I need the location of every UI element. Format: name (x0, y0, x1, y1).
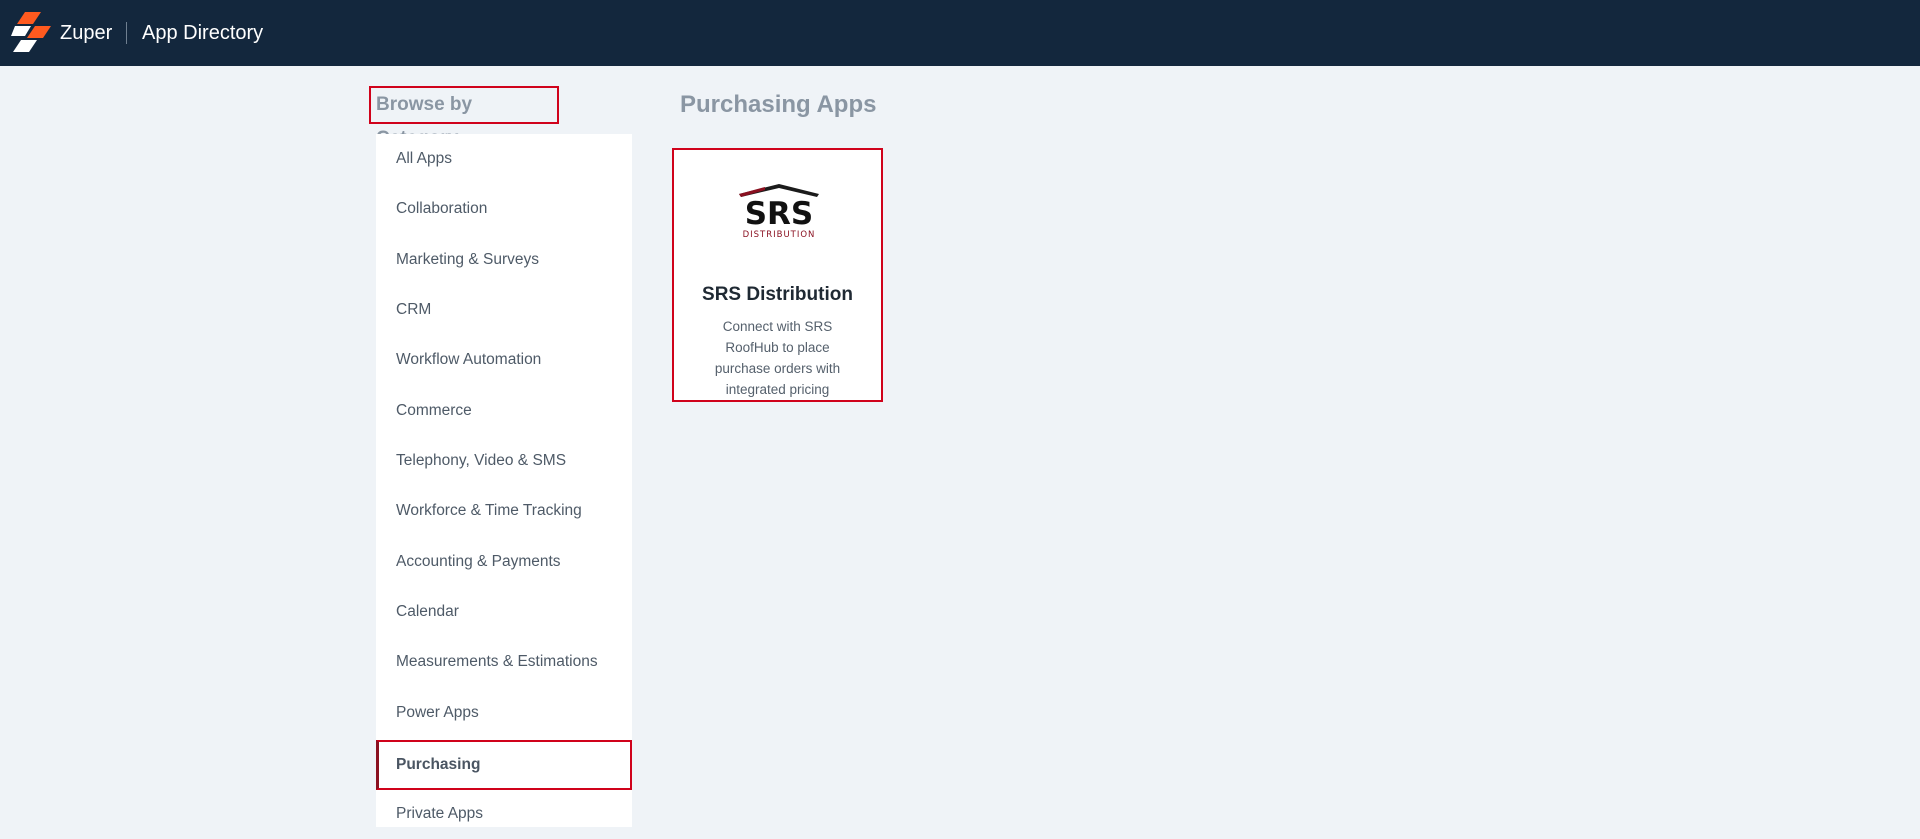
page-title[interactable]: App Directory (142, 20, 263, 46)
sidebar-item-crm[interactable]: CRM (376, 285, 632, 335)
app-card-srs-distribution[interactable]: SRS DISTRIBUTION SRS Distribution Connec… (672, 148, 883, 402)
sidebar-item-workforce-time-tracking[interactable]: Workforce & Time Tracking (376, 486, 632, 536)
sidebar-item-calendar[interactable]: Calendar (376, 587, 632, 637)
sidebar-item-accounting-payments[interactable]: Accounting & Payments (376, 537, 632, 587)
brand-name[interactable]: Zuper (60, 20, 112, 46)
browse-by-category-heading: Browse by Category (369, 86, 559, 149)
app-description: Connect with SRS RoofHub to place purcha… (714, 319, 841, 397)
category-sidebar: All Apps Collaboration Marketing & Surve… (376, 134, 632, 827)
sidebar-item-commerce[interactable]: Commerce (376, 386, 632, 436)
top-navigation-bar: Zuper App Directory (0, 0, 1920, 66)
header-divider (126, 22, 127, 44)
sidebar-item-power-apps[interactable]: Power Apps (376, 688, 632, 738)
sidebar-item-measurements-estimations[interactable]: Measurements & Estimations (376, 637, 632, 687)
zuper-logo-icon[interactable] (11, 12, 53, 54)
sidebar-item-collaboration[interactable]: Collaboration (376, 184, 632, 234)
sidebar-item-telephony-video-sms[interactable]: Telephony, Video & SMS (376, 436, 632, 486)
srs-distribution-logo-icon: SRS DISTRIBUTION (739, 184, 819, 240)
sidebar-item-marketing-surveys[interactable]: Marketing & Surveys (376, 235, 632, 285)
section-title: Purchasing Apps (680, 91, 877, 118)
sidebar-item-private-apps[interactable]: Private Apps (376, 789, 632, 839)
sidebar-item-purchasing[interactable]: Purchasing (376, 740, 632, 790)
srs-logo-subtext: DISTRIBUTION (743, 230, 816, 240)
sidebar-item-workflow-automation[interactable]: Workflow Automation (376, 335, 632, 385)
sidebar-item-all-apps[interactable]: All Apps (376, 134, 632, 184)
srs-logo-text: SRS (745, 196, 814, 232)
app-name: SRS Distribution (702, 284, 853, 305)
